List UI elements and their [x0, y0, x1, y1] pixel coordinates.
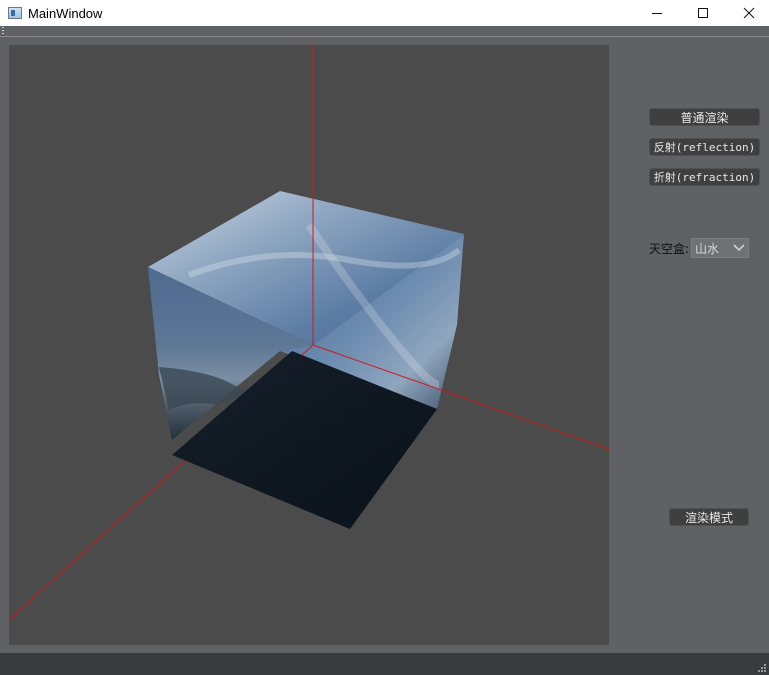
close-button[interactable] — [726, 0, 769, 26]
render-mode-button[interactable]: 渲染模式 — [669, 508, 749, 526]
chevron-down-icon — [733, 244, 745, 252]
resize-grip-icon[interactable] — [757, 663, 767, 673]
app-window-icon — [8, 7, 22, 19]
gl-viewport[interactable] — [9, 45, 609, 645]
maximize-icon — [698, 8, 708, 18]
skybox-label: 天空盒: — [649, 241, 690, 256]
skybox-row: 天空盒: 山水 — [649, 238, 750, 258]
toolbar-grip-icon[interactable] — [2, 27, 4, 35]
status-bar — [0, 653, 769, 675]
window-title: MainWindow — [28, 5, 103, 21]
minimize-button[interactable] — [634, 0, 680, 26]
maximize-button[interactable] — [680, 0, 726, 26]
close-icon — [743, 7, 755, 19]
minimize-icon — [652, 13, 662, 14]
refraction-button[interactable]: 折射(refraction) — [649, 168, 760, 186]
skybox-selected-value: 山水 — [695, 241, 720, 256]
normal-render-button[interactable]: 普通渲染 — [649, 108, 760, 126]
reflection-button[interactable]: 反射(reflection) — [649, 138, 760, 156]
scene-canvas — [9, 45, 609, 621]
title-bar: MainWindow — [0, 0, 769, 26]
skybox-select[interactable]: 山水 — [691, 238, 750, 258]
toolbar-strip — [0, 26, 769, 37]
